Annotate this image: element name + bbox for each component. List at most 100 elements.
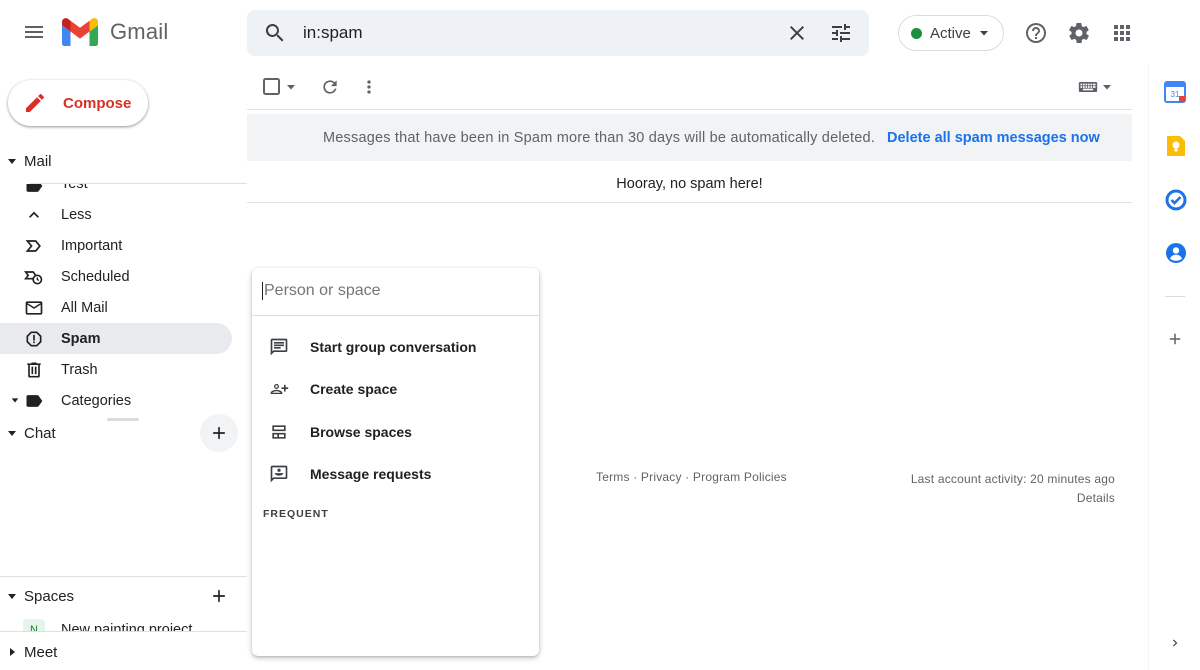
- meet-section-header[interactable]: Meet: [0, 641, 57, 663]
- compose-button[interactable]: Compose: [8, 80, 148, 126]
- sidebar-item-label: All Mail: [61, 299, 108, 316]
- settings-icon: [1069, 23, 1089, 43]
- settings-button[interactable]: [1059, 13, 1099, 53]
- calendar-date: 31: [1171, 90, 1180, 99]
- more-options-button[interactable]: [359, 77, 379, 97]
- popup-divider: [252, 315, 539, 316]
- search-input[interactable]: [303, 23, 773, 43]
- sidebar-item-label: Spam: [61, 330, 101, 347]
- compose-label: Compose: [63, 94, 132, 112]
- account-activity: Last account activity: 20 minutes ago De…: [880, 470, 1115, 508]
- sidebar-item-important[interactable]: Important: [0, 230, 232, 261]
- all-mail-icon: [25, 301, 43, 315]
- space-avatar: N: [23, 619, 45, 631]
- side-panel-divider: [1165, 296, 1185, 297]
- details-link[interactable]: Details: [880, 489, 1115, 508]
- contacts-app-button[interactable]: [1165, 242, 1187, 264]
- new-space-button[interactable]: [208, 585, 230, 607]
- sidebar-item-label: Trash: [61, 361, 98, 378]
- apps-button[interactable]: [1102, 13, 1142, 53]
- sidebar-item-label: Less: [61, 206, 92, 223]
- sidebar-item-categories[interactable]: Categories: [0, 385, 232, 416]
- get-addons-button[interactable]: [1166, 330, 1184, 348]
- meet-divider: [0, 631, 247, 632]
- sidebar-item-less[interactable]: Less: [0, 199, 232, 230]
- show-side-panel-button[interactable]: [1168, 636, 1182, 650]
- sidebar-item-label: Important: [61, 237, 123, 254]
- create-space-icon: [270, 384, 289, 394]
- spaces-section-label: Spaces: [24, 587, 75, 605]
- keep-icon: [1167, 136, 1185, 156]
- sidebar-item-trash[interactable]: Trash: [0, 354, 232, 385]
- search-options-icon[interactable]: [829, 21, 853, 45]
- chat-section-label: Chat: [24, 424, 56, 442]
- mail-section-label: Mail: [24, 152, 52, 170]
- search-icon[interactable]: [263, 21, 287, 45]
- spaces-divider: [0, 576, 247, 577]
- chevron-down-icon: [1103, 85, 1111, 90]
- refresh-button[interactable]: [320, 77, 340, 97]
- sidebar-item-scheduled[interactable]: Scheduled: [0, 261, 232, 292]
- label-icon: [26, 184, 43, 192]
- last-activity-text: Last account activity: 20 minutes ago: [910, 472, 1115, 486]
- gmail-logo[interactable]: Gmail: [62, 18, 168, 46]
- apps-icon: [1114, 25, 1130, 41]
- person-or-space-input[interactable]: [262, 282, 522, 300]
- input-tools-button[interactable]: [1078, 78, 1112, 96]
- clear-icon[interactable]: [785, 21, 809, 45]
- delete-all-spam-link[interactable]: Delete all spam messages now: [887, 130, 1100, 146]
- caret-right-icon: [10, 648, 15, 656]
- start-group-conversation-item[interactable]: Start group conversation: [252, 327, 539, 367]
- space-item[interactable]: N New painting project: [0, 619, 247, 631]
- group-chat-icon: [270, 338, 288, 356]
- status-dot: [911, 27, 922, 39]
- new-chat-menu: Start group conversation Create space Br…: [252, 268, 539, 656]
- menu-item-label: Start group conversation: [310, 339, 477, 355]
- toolbar-divider: [247, 109, 1132, 110]
- caret-down-icon: [11, 398, 19, 403]
- main-menu-button[interactable]: [12, 10, 56, 54]
- search-bar[interactable]: [247, 10, 869, 56]
- sidebar-item-test[interactable]: Test: [0, 184, 232, 197]
- meet-section-label: Meet: [24, 643, 58, 661]
- menu-item-label: Create space: [310, 381, 398, 397]
- menu-item-label: Browse spaces: [310, 424, 412, 440]
- more-vert-icon: [367, 80, 371, 94]
- menu-icon: [25, 26, 43, 38]
- new-chat-button[interactable]: [200, 414, 238, 452]
- select-all-checkbox[interactable]: [262, 77, 296, 97]
- help-button[interactable]: [1016, 13, 1056, 53]
- tasks-app-button[interactable]: [1165, 189, 1187, 211]
- sidebar-item-all-mail[interactable]: All Mail: [0, 292, 232, 323]
- mail-section-header[interactable]: Mail: [0, 150, 52, 172]
- footer-links[interactable]: Terms · Privacy · Program Policies: [596, 470, 787, 484]
- keyboard-icon: [1078, 82, 1098, 92]
- chevron-down-icon[interactable]: [286, 82, 296, 92]
- label-icon: [26, 395, 43, 407]
- keep-app-button[interactable]: [1166, 135, 1186, 157]
- sidebar-item-label: Test: [61, 184, 88, 192]
- menu-item-label: Message requests: [310, 466, 432, 482]
- resize-handle[interactable]: [107, 418, 139, 421]
- tasks-icon: [1165, 189, 1187, 211]
- calendar-app-button[interactable]: 31: [1164, 81, 1186, 103]
- status-selector[interactable]: Active: [898, 15, 1004, 51]
- top-bar: Gmail Active: [0, 0, 1138, 64]
- spam-banner: Messages that have been in Spam more tha…: [247, 114, 1132, 161]
- calendar-icon: 31: [1164, 81, 1186, 103]
- message-requests-item[interactable]: Message requests: [252, 454, 539, 494]
- spaces-section-header[interactable]: Spaces: [0, 585, 74, 607]
- sidebar-item-label: Categories: [61, 392, 132, 409]
- sidebar-item-spam[interactable]: Spam: [0, 323, 232, 354]
- chevron-down-icon: [979, 31, 988, 36]
- plus-icon: [1169, 333, 1181, 345]
- empty-state-message: Hooray, no spam here!: [616, 176, 763, 192]
- pencil-icon: [26, 93, 45, 112]
- trash-icon: [27, 362, 41, 378]
- browse-spaces-icon: [272, 425, 286, 439]
- plus-icon: [213, 590, 225, 602]
- create-space-item[interactable]: Create space: [252, 369, 539, 409]
- browse-spaces-item[interactable]: Browse spaces: [252, 412, 539, 452]
- gmail-m-icon: [62, 18, 98, 46]
- chat-section-header[interactable]: Chat: [0, 422, 56, 444]
